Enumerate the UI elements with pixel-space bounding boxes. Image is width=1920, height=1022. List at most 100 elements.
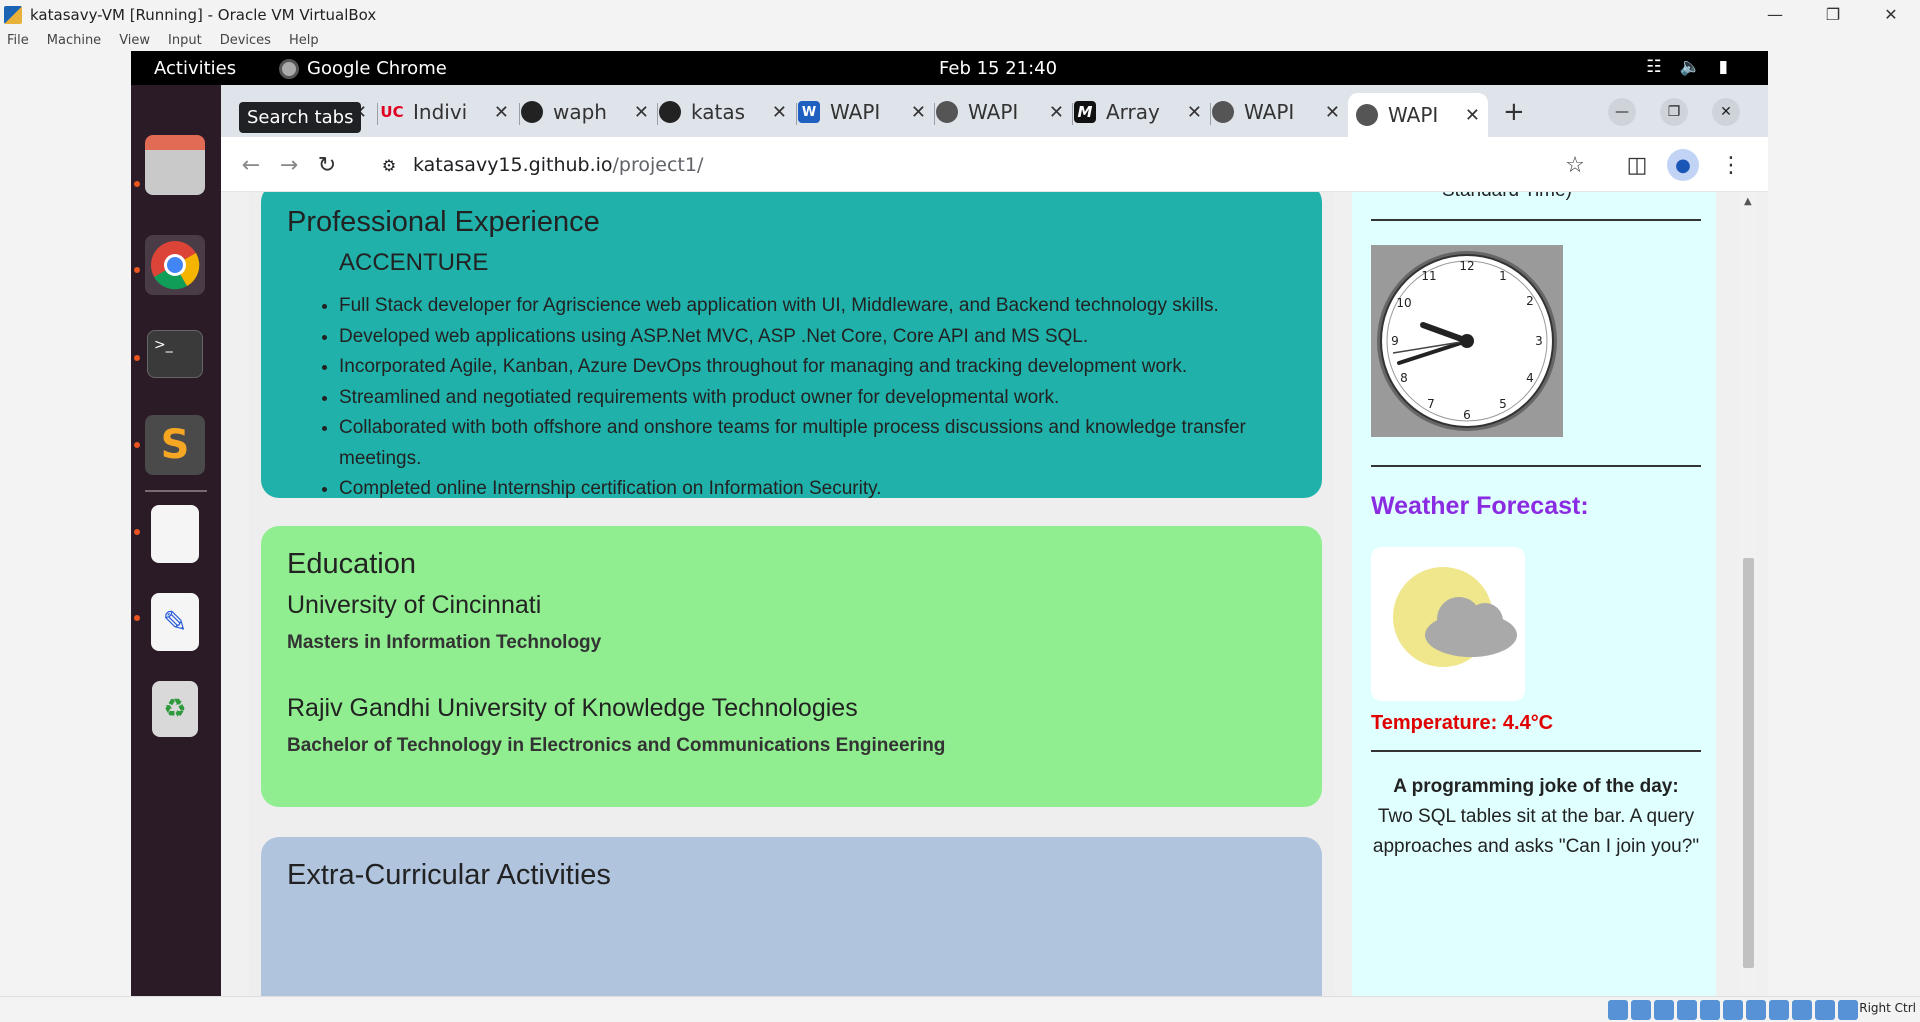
restore-button[interactable]: ❐	[1804, 0, 1862, 29]
tab-close-icon[interactable]: ✕	[634, 102, 649, 123]
menu-view[interactable]: View	[110, 33, 159, 48]
vm-screen[interactable]: Activities Google Chrome Feb 15 21:40 ☷ …	[131, 51, 1768, 996]
tab-label: WAPI	[1244, 100, 1295, 124]
menu-input[interactable]: Input	[159, 33, 211, 48]
running-indicator	[134, 615, 140, 621]
search-tabs-tooltip: Search tabs	[239, 102, 362, 133]
tab-4[interactable]: katas ✕	[659, 93, 795, 131]
cpu-icon[interactable]	[1792, 1000, 1812, 1020]
page-viewport[interactable]: Professional Experience ACCENTURE Full S…	[221, 192, 1768, 996]
back-button[interactable]: ←	[235, 149, 267, 181]
m-icon: M	[1074, 101, 1096, 123]
tab-2[interactable]: UC Indivi ✕	[380, 93, 517, 131]
tab-7[interactable]: M Array ✕	[1074, 93, 1210, 131]
forward-button[interactable]: →	[273, 149, 305, 181]
sublime-text-app-icon[interactable]: S	[145, 415, 205, 475]
list-item: Developed web applications using ASP.Net…	[339, 322, 1296, 353]
close-button[interactable]: ✕	[1862, 0, 1920, 29]
menu-devices[interactable]: Devices	[211, 33, 280, 48]
activities-button[interactable]: Activities	[154, 58, 236, 79]
chrome-dock-icon[interactable]	[145, 235, 205, 295]
sidebar: Standard Time) 1212 345 678 91011	[1352, 192, 1716, 996]
reload-button[interactable]: ↻	[311, 149, 343, 181]
github-icon	[659, 101, 681, 123]
tab-label: WAPI	[968, 100, 1019, 124]
temperature-text: Temperature: 4.4°C	[1371, 712, 1554, 734]
recording-icon[interactable]	[1769, 1000, 1789, 1020]
chrome-minimize-button[interactable]: —	[1608, 98, 1636, 126]
degree: Masters in Information Technology	[287, 632, 602, 653]
tab-label: katas	[691, 100, 746, 124]
tab-close-icon[interactable]: ✕	[1187, 102, 1202, 123]
text-editor-app-icon[interactable]: ✎	[151, 593, 199, 651]
tab-close-icon[interactable]: ✕	[1465, 105, 1480, 126]
optical-drive-icon[interactable]	[1631, 1000, 1651, 1020]
menu-help[interactable]: Help	[280, 33, 328, 48]
keyboard-icon[interactable]	[1838, 1000, 1858, 1020]
tab-label: waph	[553, 100, 607, 124]
battery-icon: ▮	[1718, 57, 1728, 77]
tab-label: Indivi	[413, 100, 468, 124]
running-indicator	[134, 267, 140, 273]
address-bar[interactable]: ⚙ katasavy15.github.io/project1/	[369, 146, 1469, 184]
bookmark-star-icon[interactable]: ☆	[1559, 149, 1591, 181]
chrome-menu-icon[interactable]: ⋮	[1715, 149, 1747, 181]
display-icon[interactable]	[1746, 1000, 1766, 1020]
vbox-background	[1768, 51, 1920, 997]
tab-5[interactable]: W WAPI ✕	[798, 93, 934, 131]
system-menu[interactable]: ☷ 🔈 ▮	[1646, 57, 1728, 77]
svg-text:12: 12	[1459, 259, 1474, 273]
virtualbox-logo-icon	[4, 5, 22, 24]
main-content: Professional Experience ACCENTURE Full S…	[249, 192, 1334, 996]
timezone-text: Standard Time)	[1442, 192, 1572, 202]
terminal-app-icon[interactable]: >_	[147, 330, 203, 378]
side-panel-icon[interactable]: ◫	[1621, 149, 1653, 181]
app-menu[interactable]: Google Chrome	[279, 58, 447, 79]
list-item: Collaborated with both offshore and onsh…	[339, 413, 1296, 474]
svg-text:1: 1	[1499, 269, 1507, 283]
new-tab-button[interactable]: +	[1503, 97, 1525, 127]
tab-3[interactable]: waph ✕	[521, 93, 657, 131]
usb-icon[interactable]	[1700, 1000, 1720, 1020]
word-icon: W	[798, 101, 820, 123]
tab-6[interactable]: WAPI ✕	[936, 93, 1072, 131]
scrollbar-thumb[interactable]	[1743, 558, 1754, 968]
scroll-up-arrow-icon[interactable]: ▲	[1744, 196, 1752, 207]
profile-avatar[interactable]: ●	[1667, 149, 1699, 181]
minimize-button[interactable]: —	[1746, 0, 1804, 29]
vbox-window-title: katasavy-VM [Running] - Oracle VM Virtua…	[30, 5, 377, 24]
files-app-icon[interactable]	[145, 135, 205, 195]
document-viewer-app-icon[interactable]	[151, 505, 199, 563]
menu-machine[interactable]: Machine	[38, 33, 110, 48]
page-scrollbar[interactable]: ▲	[1740, 192, 1757, 996]
menu-file[interactable]: File	[0, 33, 38, 48]
tab-close-icon[interactable]: ✕	[1049, 102, 1064, 123]
running-indicator	[134, 355, 140, 361]
hard-disk-icon[interactable]	[1608, 1000, 1628, 1020]
audio-icon[interactable]	[1654, 1000, 1674, 1020]
tab-close-icon[interactable]: ✕	[1325, 102, 1340, 123]
network-adapter-icon[interactable]	[1677, 1000, 1697, 1020]
svg-text:3: 3	[1535, 334, 1543, 348]
tab-close-icon[interactable]: ✕	[772, 102, 787, 123]
vbox-titlebar: katasavy-VM [Running] - Oracle VM Virtua…	[0, 0, 1920, 29]
svg-text:6: 6	[1463, 408, 1471, 422]
list-item: Full Stack developer for Agriscience web…	[339, 291, 1296, 322]
gnome-top-bar: Activities Google Chrome Feb 15 21:40 ☷ …	[131, 51, 1768, 85]
mouse-integration-icon[interactable]	[1815, 1000, 1835, 1020]
weather-heading: Weather Forecast:	[1371, 492, 1589, 520]
trash-icon[interactable]: ♻	[152, 681, 198, 737]
tab-label: WAPI	[1388, 103, 1439, 127]
shared-folders-icon[interactable]	[1723, 1000, 1743, 1020]
tab-close-icon[interactable]: ✕	[494, 102, 509, 123]
top-bar-clock[interactable]: Feb 15 21:40	[939, 58, 1057, 79]
globe-icon	[936, 101, 958, 123]
tab-8[interactable]: WAPI ✕	[1212, 93, 1348, 131]
github-icon	[521, 101, 543, 123]
chrome-restore-button[interactable]: ❐	[1660, 98, 1688, 126]
url-path: /project1/	[612, 154, 704, 176]
tab-close-icon[interactable]: ✕	[911, 102, 926, 123]
site-info-icon[interactable]: ⚙	[377, 153, 401, 177]
tab-9-active[interactable]: WAPI ✕	[1348, 93, 1488, 137]
chrome-close-button[interactable]: ✕	[1712, 98, 1740, 126]
